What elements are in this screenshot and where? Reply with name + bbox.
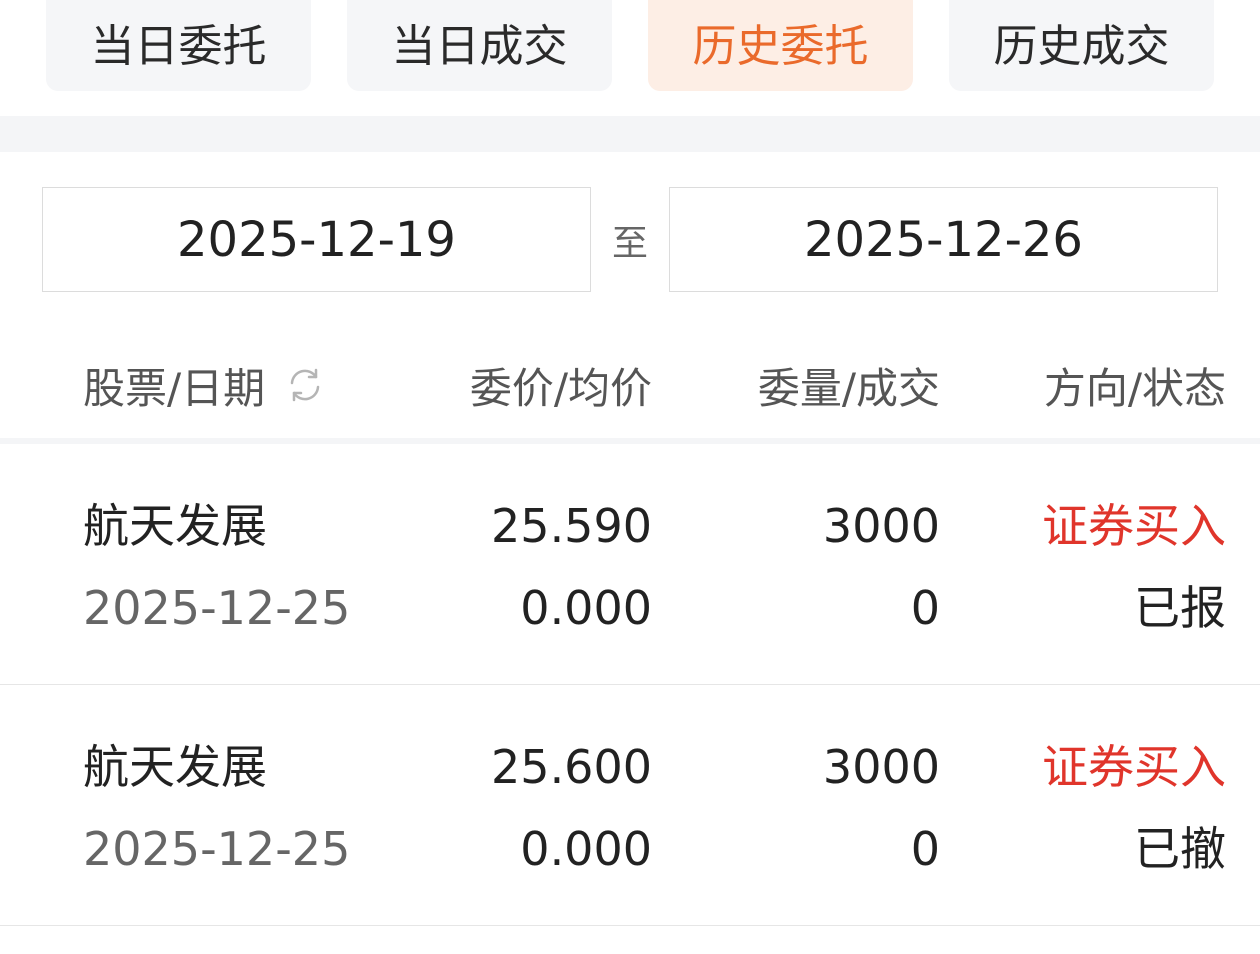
order-direction: 证券买入 [1042, 499, 1226, 553]
section-divider [0, 116, 1260, 152]
filled-quantity: 0 [910, 822, 940, 876]
column-header-stock-date[interactable]: 股票/日期 [83, 350, 327, 420]
column-header-price: 委价/均价 [469, 363, 652, 413]
column-header-stock-date-label: 股票/日期 [83, 363, 266, 413]
stock-name: 航天发展 [83, 740, 267, 794]
order-direction: 证券买入 [1042, 740, 1226, 794]
refresh-icon[interactable] [283, 363, 327, 407]
average-price: 0.000 [520, 822, 652, 876]
tab-today-orders[interactable]: 当日委托 [46, 0, 311, 91]
stock-name: 航天发展 [83, 499, 267, 553]
order-date: 2025-12-25 [83, 581, 351, 635]
order-status: 已报 [1134, 581, 1226, 635]
order-row[interactable]: 航天发展 2025-12-25 25.590 0.000 3000 0 证券买入… [0, 444, 1260, 685]
order-price: 25.600 [491, 740, 652, 794]
tab-history-orders[interactable]: 历史委托 [648, 0, 913, 91]
tab-bar: 当日委托 当日成交 历史委托 历史成交 [0, 0, 1260, 116]
filled-quantity: 0 [910, 581, 940, 635]
tab-history-trades[interactable]: 历史成交 [949, 0, 1214, 91]
average-price: 0.000 [520, 581, 652, 635]
date-range-separator: 至 [611, 222, 648, 264]
column-header-quantity: 委量/成交 [757, 363, 940, 413]
order-date: 2025-12-25 [83, 822, 351, 876]
order-quantity: 3000 [822, 499, 940, 553]
end-date-field[interactable]: 2025-12-26 [669, 187, 1218, 292]
column-header-direction-status: 方向/状态 [1043, 363, 1226, 413]
order-status: 已撤 [1134, 822, 1226, 876]
order-quantity: 3000 [822, 740, 940, 794]
start-date-field[interactable]: 2025-12-19 [42, 187, 591, 292]
order-price: 25.590 [491, 499, 652, 553]
order-row[interactable]: 航天发展 2025-12-25 25.600 0.000 3000 0 证券买入… [0, 685, 1260, 926]
tab-today-trades[interactable]: 当日成交 [347, 0, 612, 91]
